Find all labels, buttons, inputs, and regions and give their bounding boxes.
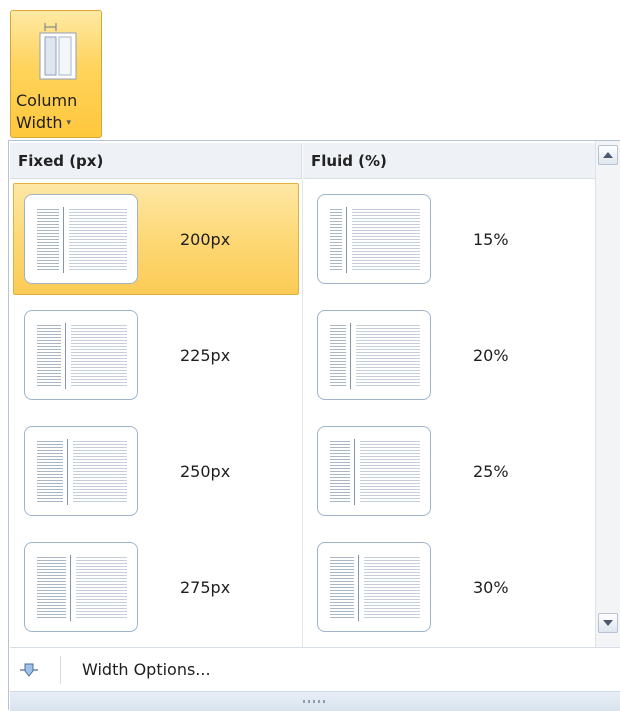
gallery-item-fluid-15[interactable]: 15%: [306, 183, 592, 295]
scroll-down-button[interactable]: [598, 613, 618, 633]
gallery-item-label: 250px: [180, 462, 231, 481]
gallery-item-fixed-275[interactable]: 275px: [13, 531, 299, 643]
page-layout-thumbnail-icon: [24, 542, 138, 632]
gallery-item-label: 25%: [473, 462, 509, 481]
column-width-label-line1: Column: [16, 91, 78, 110]
gallery-item-label: 275px: [180, 578, 231, 597]
page-layout-thumbnail-icon: [24, 194, 138, 284]
width-options-item[interactable]: Width Options...: [10, 647, 620, 691]
width-options-icon: [20, 663, 38, 677]
gallery-item-label: 200px: [180, 230, 231, 249]
page-layout-thumbnail-icon: [24, 310, 138, 400]
column-width-label-line2: Width ▾: [11, 113, 108, 132]
gallery-item-label: 15%: [473, 230, 509, 249]
page-layout-thumbnail-icon: [317, 426, 431, 516]
width-options-label: Width Options...: [82, 660, 211, 679]
column-divider: [302, 179, 303, 647]
dropdown-caret-icon[interactable]: ▾: [66, 118, 71, 128]
fluid-header: Fluid (%): [303, 143, 596, 179]
gallery-scrollbar[interactable]: [595, 141, 620, 647]
footer-separator: [60, 656, 61, 684]
gallery-item-label: 225px: [180, 346, 231, 365]
arrow-up-icon: [603, 152, 613, 158]
page-layout-thumbnail-icon: [24, 426, 138, 516]
grip-dots-icon: [303, 700, 327, 703]
gallery-item-fixed-225[interactable]: 225px: [13, 299, 299, 411]
gallery-item-fixed-250[interactable]: 250px: [13, 415, 299, 527]
fixed-header: Fixed (px): [10, 143, 302, 179]
gallery-item-fluid-25[interactable]: 25%: [306, 415, 592, 527]
column-width-gallery: Fixed (px) Fluid (%) 200px 225px 250px 2…: [8, 140, 620, 711]
gallery-item-fluid-30[interactable]: 30%: [306, 531, 592, 643]
resize-grip[interactable]: [10, 691, 620, 711]
gallery-item-label: 30%: [473, 578, 509, 597]
page-layout-thumbnail-icon: [317, 542, 431, 632]
scroll-up-button[interactable]: [598, 145, 618, 165]
page-layout-thumbnail-icon: [317, 194, 431, 284]
column-width-icon: [39, 23, 77, 80]
page-layout-thumbnail-icon: [317, 310, 431, 400]
column-width-label-line2-text: Width: [16, 113, 63, 132]
column-width-button[interactable]: Column Width ▾: [10, 10, 102, 138]
gallery-item-fluid-20[interactable]: 20%: [306, 299, 592, 411]
gallery-item-label: 20%: [473, 346, 509, 365]
gallery-item-fixed-200[interactable]: 200px: [13, 183, 299, 295]
arrow-down-icon: [603, 620, 613, 626]
